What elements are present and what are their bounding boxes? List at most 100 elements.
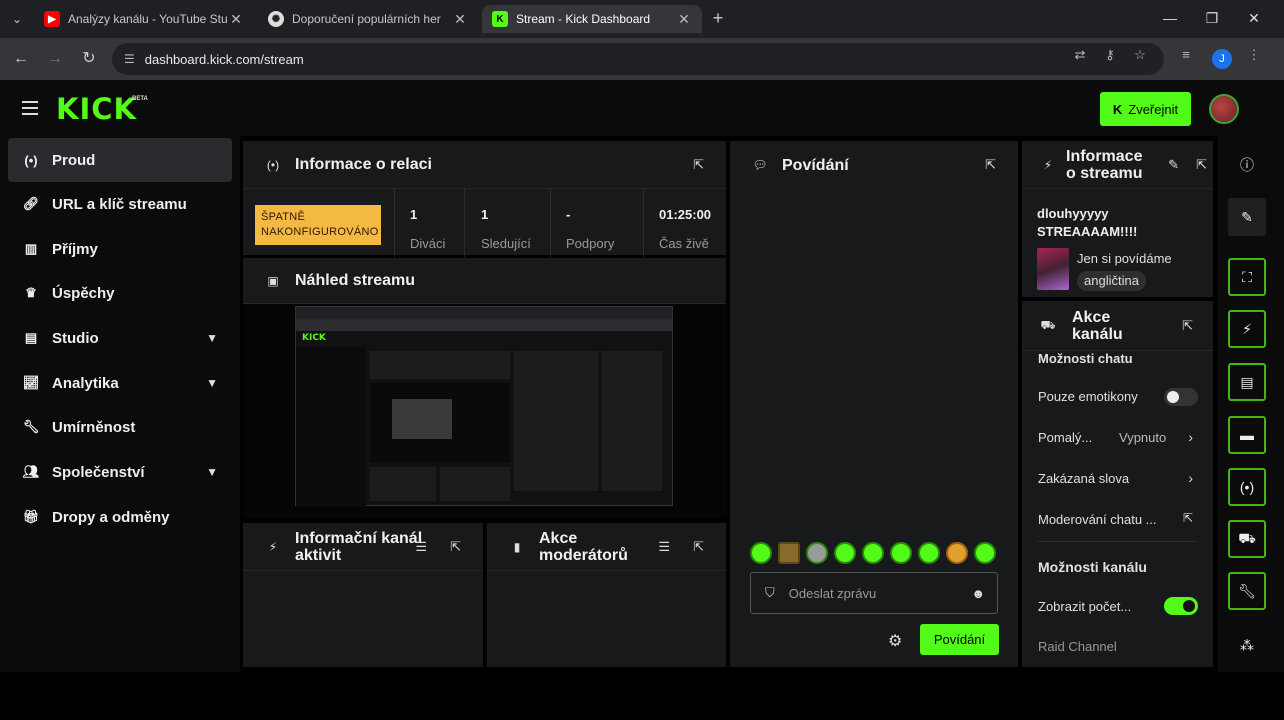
- emoji-icon[interactable]: ☻: [971, 586, 985, 601]
- bookmark-star-icon[interactable]: ☆: [1130, 45, 1150, 65]
- stream-preview-video[interactable]: KICK: [243, 304, 727, 518]
- chat-bubble-icon[interactable]: ▬: [1228, 416, 1266, 454]
- bar-chart-icon: ▥: [24, 241, 38, 256]
- lightning-icon: ⚡︎: [1043, 157, 1053, 172]
- password-key-icon[interactable]: ⚷: [1100, 45, 1120, 65]
- minimize-button[interactable]: —: [1150, 6, 1190, 30]
- emote-icon[interactable]: [778, 542, 800, 564]
- browser-tab-games[interactable]: ✺ Doporučení populárních her ✕: [258, 5, 478, 33]
- translate-icon[interactable]: ⇄: [1070, 45, 1090, 65]
- chat-send-button[interactable]: Povídání: [920, 624, 999, 655]
- misconfigured-badge[interactable]: ŠPATNĚ NAKONFIGUROVÁNO: [255, 205, 381, 245]
- browser-menu-icon[interactable]: ⋮: [1244, 45, 1264, 65]
- emote-icon[interactable]: [750, 542, 772, 564]
- emotes-only-toggle[interactable]: [1164, 388, 1198, 406]
- publish-button[interactable]: K Zveřejnit: [1100, 92, 1191, 126]
- emote-icon[interactable]: [946, 542, 968, 564]
- sidebar-item-revenue[interactable]: ▥ Příjmy: [8, 227, 232, 271]
- channel-actions-icon[interactable]: ⛟: [1228, 520, 1266, 558]
- popout-icon[interactable]: ⇱: [1182, 318, 1193, 334]
- close-tab-icon[interactable]: ✕: [228, 11, 244, 28]
- broadcast-icon[interactable]: (•): [1228, 468, 1266, 506]
- show-count-toggle[interactable]: [1164, 597, 1198, 615]
- sidebar-item-community[interactable]: 👥︎ Společenství ▼: [8, 450, 232, 494]
- document-icon[interactable]: ▤: [1228, 363, 1266, 401]
- popout-icon[interactable]: ⇱: [693, 539, 704, 555]
- screenshot-icon[interactable]: ⛶: [1228, 258, 1266, 296]
- kick-icon: K: [492, 11, 508, 27]
- panel-title: Povídání: [782, 156, 849, 174]
- emote-icon[interactable]: [806, 542, 828, 564]
- browser-toolbar: ← → ↻ ☰ dashboard.kick.com/stream ⇄ ⚷ ☆ …: [0, 38, 1284, 80]
- profile-avatar[interactable]: J: [1212, 49, 1232, 69]
- popout-icon[interactable]: ⇱: [450, 539, 461, 555]
- browser-tab-kick[interactable]: K Stream - Kick Dashboard ✕: [482, 5, 702, 33]
- site-info-icon[interactable]: ☰: [124, 52, 135, 66]
- stat-value: -: [566, 207, 571, 222]
- chevron-right-icon[interactable]: ›: [1188, 429, 1193, 445]
- forward-button[interactable]: →: [44, 48, 66, 70]
- tab-title: Doporučení populárních her: [292, 12, 441, 26]
- menu-hamburger-icon[interactable]: [22, 101, 38, 115]
- language-tag[interactable]: angličtina: [1077, 271, 1146, 291]
- filter-icon[interactable]: ☰: [415, 539, 427, 555]
- sidebar-item-url-key[interactable]: 🔗︎ URL a klíč streamu: [8, 182, 232, 226]
- lightning-icon[interactable]: ⚡︎: [1228, 310, 1266, 348]
- back-button[interactable]: ←: [10, 48, 32, 70]
- emote-icon[interactable]: [834, 542, 856, 564]
- sidebar-item-studio[interactable]: ▤ Studio ▼: [8, 316, 232, 360]
- maximize-button[interactable]: ❐: [1192, 6, 1232, 30]
- status-cell: ŠPATNĚ NAKONFIGUROVÁNO: [243, 189, 395, 257]
- banned-words-label[interactable]: Zakázaná slova: [1038, 471, 1129, 486]
- reload-button[interactable]: ↻: [78, 48, 100, 70]
- emote-icon[interactable]: [918, 542, 940, 564]
- emote-icon[interactable]: [974, 542, 996, 564]
- sidebar-item-moderation[interactable]: 🔧︎ Umírněnost: [8, 405, 232, 449]
- stat-label: Podpory: [566, 236, 615, 251]
- wrench-icon[interactable]: 🔧︎: [1228, 572, 1266, 610]
- session-info-panel: (•) Informace o relaci ⇱ ŠPATNĚ NAKONFIG…: [243, 141, 726, 257]
- edit-pencil-icon[interactable]: ✎: [1168, 157, 1179, 173]
- community-icon[interactable]: ⁂: [1228, 626, 1266, 664]
- chat-bubble-icon: 💬︎: [752, 158, 768, 172]
- emote-icon[interactable]: [862, 542, 884, 564]
- edit-pencil-icon[interactable]: ✎: [1228, 198, 1266, 236]
- chat-settings-gear-icon[interactable]: ⚙: [888, 631, 902, 651]
- chevron-right-icon[interactable]: ›: [1188, 470, 1193, 486]
- close-tab-icon[interactable]: ✕: [452, 11, 468, 28]
- sidebar-item-analytics[interactable]: 📈︎ Analytika ▼: [8, 361, 232, 405]
- browser-tab-bar: ⌄ ▶ Analýzy kanálu - YouTube Studio ✕ ✺ …: [0, 0, 1284, 38]
- sidebar-item-stream[interactable]: (•) Proud: [8, 138, 232, 182]
- chat-moderation-label[interactable]: Moderování chatu ...: [1038, 512, 1157, 527]
- panel-header: ▣ Náhled streamu: [243, 258, 726, 304]
- panel-header: (•) Informace o relaci ⇱: [243, 141, 726, 189]
- slow-mode-label[interactable]: Pomalý...: [1038, 430, 1092, 445]
- close-window-button[interactable]: ✕: [1234, 6, 1274, 30]
- new-tab-button[interactable]: +: [708, 8, 728, 28]
- emote-icon[interactable]: [890, 542, 912, 564]
- sidebar-item-achievements[interactable]: ♛ Úspěchy: [8, 271, 232, 315]
- kick-logo[interactable]: KICK: [56, 92, 137, 126]
- popout-icon[interactable]: ⇱: [985, 157, 996, 173]
- info-icon[interactable]: ⓘ: [1228, 146, 1266, 184]
- panel-title: Akce moderátorů: [539, 529, 628, 564]
- stream-preview-panel: ▣ Náhled streamu KICK: [243, 258, 727, 518]
- popout-icon[interactable]: ⇱: [1196, 157, 1207, 173]
- stat-value: 1: [410, 207, 418, 222]
- external-link-icon[interactable]: ⇱: [1183, 511, 1193, 525]
- media-controls-icon[interactable]: ≡: [1176, 45, 1196, 65]
- stat-label: Čas živě: [659, 236, 709, 251]
- sidebar-item-label: Dropy a odměny: [52, 508, 170, 526]
- browser-tab-youtube[interactable]: ▶ Analýzy kanálu - YouTube Studio ✕: [34, 5, 254, 33]
- user-avatar[interactable]: [1209, 94, 1239, 124]
- channel-actions-icon: ⛟: [1040, 317, 1056, 332]
- popout-icon[interactable]: ⇱: [693, 157, 704, 173]
- filter-icon[interactable]: ☰: [658, 539, 670, 555]
- close-tab-icon[interactable]: ✕: [676, 11, 692, 28]
- tab-search-dropdown-icon[interactable]: ⌄: [8, 10, 26, 28]
- raid-channel-label[interactable]: Raid Channel: [1038, 639, 1117, 654]
- address-bar[interactable]: ☰ dashboard.kick.com/stream: [112, 43, 1164, 75]
- sidebar-item-label: Analytika: [52, 374, 119, 392]
- chat-message-input[interactable]: ⛉ Odeslat zprávu ☻: [750, 572, 998, 614]
- sidebar-item-drops[interactable]: 🎁︎ Dropy a odměny: [8, 495, 232, 539]
